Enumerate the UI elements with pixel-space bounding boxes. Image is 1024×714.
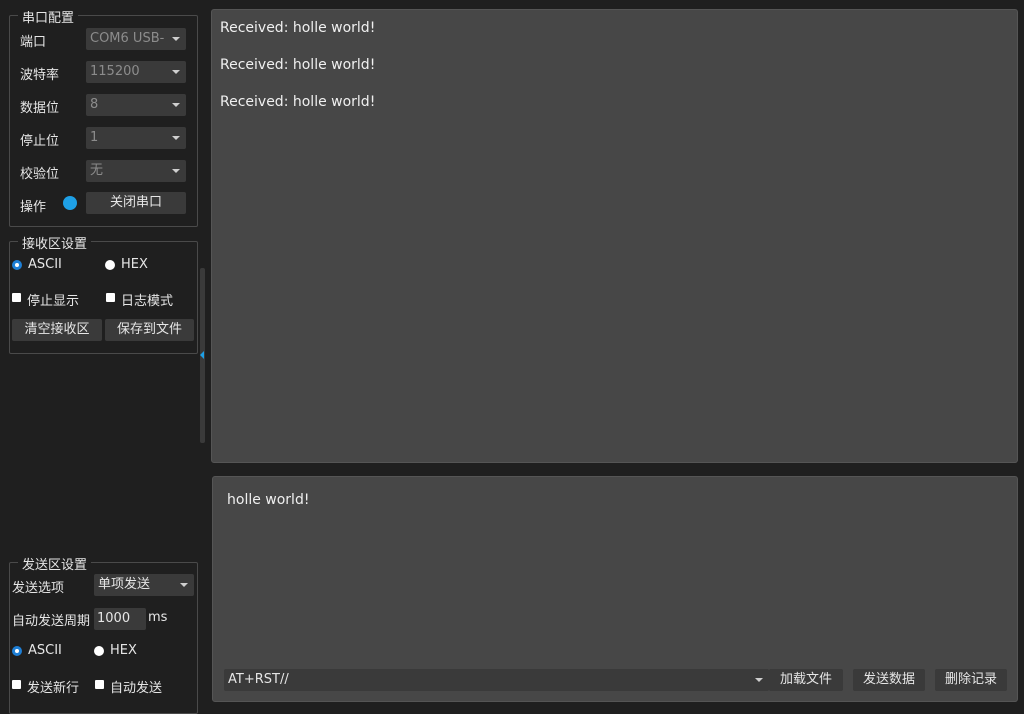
chevron-down-icon (172, 103, 180, 107)
chevron-down-icon (180, 583, 188, 587)
databits-select-value: 8 (90, 97, 99, 112)
parity-label: 校验位 (20, 167, 60, 182)
auto-send-period-label: 自动发送周期 (12, 614, 91, 629)
baud-select[interactable]: 115200 (86, 61, 186, 83)
receive-ascii-label: ASCII (28, 257, 62, 272)
stop-display-checkbox[interactable] (12, 293, 21, 302)
period-unit-label: ms (148, 610, 168, 625)
receive-hex-label: HEX (121, 257, 148, 272)
log-mode-label: 日志模式 (121, 294, 174, 309)
stopbits-label: 停止位 (20, 134, 60, 149)
operation-label: 操作 (20, 200, 47, 215)
send-option-value: 单项发送 (98, 577, 151, 592)
receive-hex-radio[interactable] (105, 260, 115, 270)
send-newline-label: 发送新行 (27, 681, 80, 696)
send-text-area[interactable]: holle world! (227, 492, 309, 508)
send-newline-checkbox[interactable] (12, 680, 21, 689)
load-file-button[interactable]: 加载文件 (769, 669, 843, 691)
parity-select[interactable]: 无 (86, 160, 186, 182)
port-select-value: COM6 USB- (90, 31, 165, 46)
port-label: 端口 (20, 35, 47, 50)
command-history-value: AT+RST// (228, 672, 289, 687)
chevron-down-icon (172, 169, 180, 173)
received-line: Received: holle world! (220, 57, 376, 73)
save-to-file-button[interactable]: 保存到文件 (105, 319, 194, 341)
parity-select-value: 无 (90, 163, 104, 178)
auto-send-checkbox[interactable] (95, 680, 104, 689)
send-settings-title: 发送区设置 (18, 554, 92, 573)
receive-ascii-radio[interactable] (12, 260, 22, 270)
delete-history-button[interactable]: 删除记录 (935, 669, 1007, 691)
stopbits-select[interactable]: 1 (86, 127, 186, 149)
log-mode-checkbox[interactable] (106, 293, 115, 302)
clear-receive-button[interactable]: 清空接收区 (12, 319, 102, 341)
chevron-down-icon (172, 37, 180, 41)
stopbits-select-value: 1 (90, 130, 99, 145)
auto-send-label: 自动发送 (110, 681, 163, 696)
send-ascii-label: ASCII (28, 643, 62, 658)
close-port-button[interactable]: 关闭串口 (86, 192, 186, 214)
auto-send-period-input[interactable]: 1000 (94, 608, 146, 630)
received-line: Received: holle world! (220, 20, 376, 36)
databits-label: 数据位 (20, 101, 60, 116)
receive-settings-title: 接收区设置 (18, 233, 92, 252)
received-line: Received: holle world! (220, 94, 376, 110)
send-ascii-radio[interactable] (12, 646, 22, 656)
receive-display-area[interactable]: Received: holle world! Received: holle w… (211, 9, 1018, 463)
databits-select[interactable]: 8 (86, 94, 186, 116)
send-panel: holle world! AT+RST// 加载文件 发送数据 删除记录 (212, 476, 1018, 702)
stop-display-label: 停止显示 (27, 294, 80, 309)
send-hex-label: HEX (110, 643, 137, 658)
collapse-arrow-icon[interactable] (200, 351, 204, 359)
send-data-button[interactable]: 发送数据 (853, 669, 925, 691)
serial-config-title: 串口配置 (18, 7, 79, 26)
send-option-label: 发送选项 (12, 581, 65, 596)
send-hex-radio[interactable] (94, 646, 104, 656)
baud-select-value: 115200 (90, 64, 140, 79)
baud-label: 波特率 (20, 68, 60, 83)
chevron-down-icon (172, 136, 180, 140)
command-history-select[interactable]: AT+RST// (224, 669, 769, 691)
chevron-down-icon (755, 678, 763, 682)
send-option-select[interactable]: 单项发送 (94, 574, 194, 596)
connection-status-icon (63, 196, 77, 210)
port-select[interactable]: COM6 USB- (86, 28, 186, 50)
chevron-down-icon (172, 70, 180, 74)
